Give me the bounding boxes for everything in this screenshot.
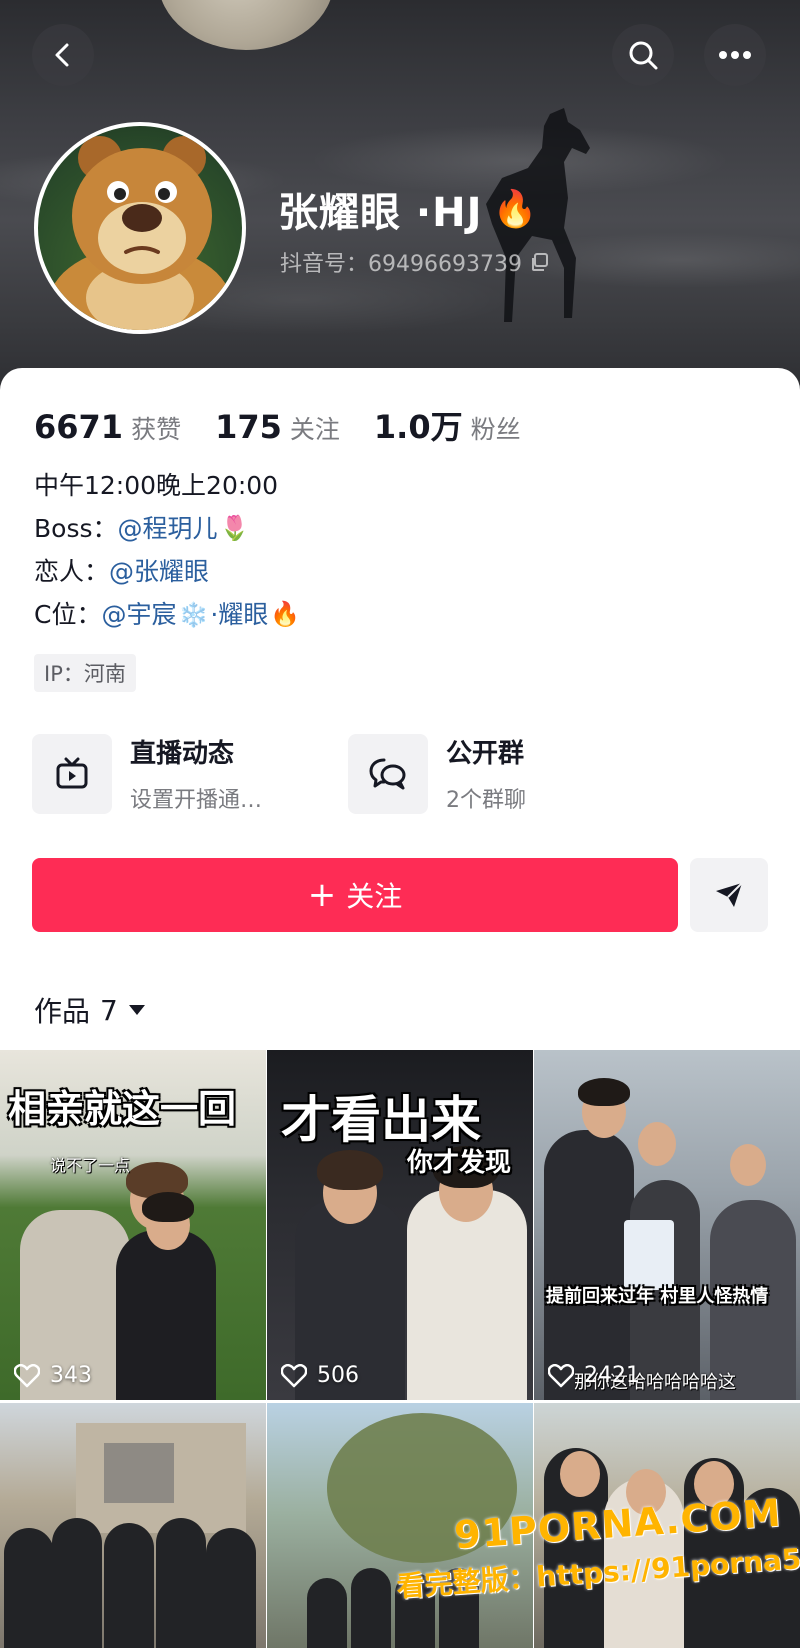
stat-likes-number: 6671 xyxy=(34,408,124,446)
bio-line-lover: 恋人： @张耀眼 xyxy=(34,550,302,593)
stat-following-number: 175 xyxy=(215,408,282,446)
banner-moon xyxy=(158,0,334,50)
profile-card: 6671 获赞 175 关注 1.0万 粉丝 中午12:00晚上20:00 Bo… xyxy=(0,368,800,1649)
video-likes: 343 xyxy=(14,1363,92,1388)
stat-likes[interactable]: 6671 获赞 xyxy=(34,408,181,446)
feature-live-updates[interactable]: 直播动态 设置开播通… xyxy=(32,733,262,814)
profile-banner: 张耀眼 ·HJ 🔥 抖音号：69496693739 xyxy=(0,0,800,400)
bio-boss-label: Boss： xyxy=(34,514,118,543)
works-tab-count: 7 xyxy=(100,993,118,1027)
works-tab[interactable]: 作品 7 xyxy=(34,990,146,1030)
heart-icon xyxy=(548,1363,574,1387)
share-button[interactable] xyxy=(690,858,768,932)
video-subtitle: 说不了一点 xyxy=(50,1156,131,1175)
bio-boss-mention[interactable]: @程玥儿 xyxy=(118,507,218,550)
back-button[interactable] xyxy=(32,24,94,86)
stat-following[interactable]: 175 关注 xyxy=(215,408,340,446)
follow-button-label: 关注 xyxy=(346,880,403,913)
bio-cpos-mention-text: @宇宸 xyxy=(101,599,177,629)
feature-group-subtitle: 2个群聊 xyxy=(446,788,526,813)
more-button[interactable] xyxy=(704,24,766,86)
stat-likes-label: 获赞 xyxy=(131,415,182,444)
bear-avatar-image xyxy=(48,136,232,330)
heart-icon xyxy=(281,1363,307,1387)
snowflake-emoji-icon: ❄️ xyxy=(178,600,209,629)
video-likes-count: 343 xyxy=(50,1363,92,1388)
stat-followers-label: 粉丝 xyxy=(470,415,521,444)
ip-location-tag: IP：河南 xyxy=(34,654,136,692)
video-tile[interactable]: 提前回来过年 村里人怪热情 那你这哈哈哈哈哈这 2421 xyxy=(534,1050,800,1400)
caret-down-icon xyxy=(128,1005,145,1015)
feature-live-subtitle: 设置开播通… xyxy=(130,788,263,813)
search-button[interactable] xyxy=(612,24,674,86)
douyin-id: 抖音号：69496693739 xyxy=(280,246,550,278)
bio-cpos-tail: ·耀眼 xyxy=(210,599,269,629)
bio-cpos-mention[interactable]: @宇宸❄️·耀眼 xyxy=(101,593,268,637)
works-tab-label: 作品 xyxy=(34,995,91,1028)
avatar[interactable] xyxy=(34,122,246,334)
feature-group-title: 公开群 xyxy=(446,739,525,769)
plus-icon: + xyxy=(307,875,337,915)
stat-following-label: 关注 xyxy=(289,415,340,444)
fire-emoji-icon: 🔥 xyxy=(492,189,539,230)
profile-stats: 6671 获赞 175 关注 1.0万 粉丝 xyxy=(34,402,521,448)
group-icon-box xyxy=(348,733,428,814)
video-tile[interactable]: 相亲就这一回 说不了一点 343 xyxy=(0,1050,266,1400)
video-likes: 2421 xyxy=(548,1363,640,1388)
video-subtitle: 你才发现 xyxy=(407,1148,512,1178)
video-likes-count: 2421 xyxy=(584,1363,640,1388)
stat-followers[interactable]: 1.0万 粉丝 xyxy=(374,402,521,448)
video-tile[interactable] xyxy=(0,1403,266,1648)
follow-button[interactable]: + 关注 xyxy=(32,858,678,932)
feature-live-title: 直播动态 xyxy=(130,739,235,769)
copy-icon[interactable] xyxy=(530,252,550,272)
douyin-id-text: 抖音号：69496693739 xyxy=(280,252,522,277)
video-likes-count: 506 xyxy=(317,1363,359,1388)
chevron-left-icon xyxy=(55,43,69,67)
profile-name-text: 张耀眼 ·HJ xyxy=(278,190,483,236)
video-tile[interactable]: 才看出来 你才发现 506 xyxy=(267,1050,533,1400)
fire-emoji-icon: 🔥 xyxy=(270,600,301,628)
bio-lover-mention[interactable]: @张耀眼 xyxy=(109,550,209,593)
video-likes: 506 xyxy=(281,1363,359,1388)
bio-cpos-label: C位： xyxy=(34,600,102,629)
profile-bio: 中午12:00晚上20:00 Boss： @程玥儿 🌷 恋人： @张耀眼 C位：… xyxy=(34,464,302,636)
video-title: 提前回来过年 村里人怪热情 xyxy=(546,1286,769,1307)
bio-line-boss: Boss： @程玥儿 🌷 xyxy=(34,507,302,550)
more-dots-icon xyxy=(719,51,751,59)
tulip-emoji-icon: 🌷 xyxy=(219,514,250,542)
bio-line-schedule: 中午12:00晚上20:00 xyxy=(34,471,279,500)
tv-icon xyxy=(56,757,88,788)
heart-icon xyxy=(14,1363,40,1387)
live-icon-box xyxy=(32,733,112,814)
profile-name: 张耀眼 ·HJ 🔥 xyxy=(278,180,540,238)
send-icon xyxy=(716,882,743,907)
feature-public-group[interactable]: 公开群 2个群聊 xyxy=(348,733,526,814)
group-chat-icon xyxy=(369,758,406,789)
video-title: 相亲就这一回 xyxy=(8,1087,237,1131)
stat-followers-number: 1.0万 xyxy=(373,408,463,446)
bio-line-cpos: C位： @宇宸❄️·耀眼 🔥 xyxy=(34,593,302,636)
search-icon xyxy=(629,41,658,70)
bio-lover-label: 恋人： xyxy=(34,557,110,586)
